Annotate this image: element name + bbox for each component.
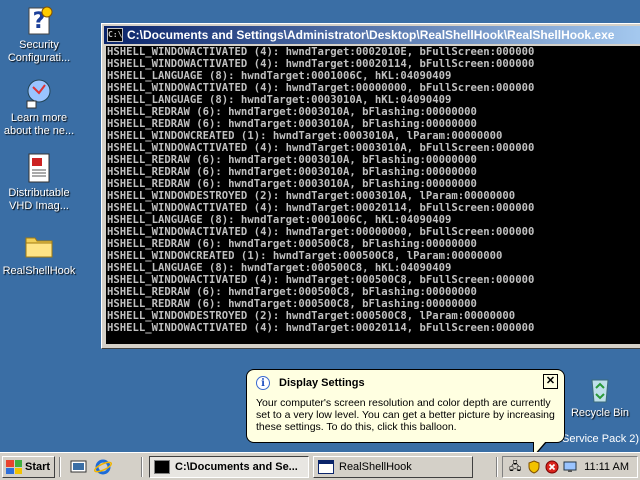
console-line: HSHELL_LANGUAGE (8): hwndTarget:0001006C… xyxy=(107,70,452,82)
balloon-title: Display Settings xyxy=(279,377,365,389)
console-line: HSHELL_WINDOWCREATED (1): hwndTarget:000… xyxy=(107,130,503,142)
taskbar-separator xyxy=(59,457,61,477)
desktop-icon-vhd[interactable]: Distributable VHD Imag... xyxy=(0,152,78,213)
security-config-icon: ? xyxy=(23,4,55,36)
alert-error-icon[interactable] xyxy=(545,460,559,474)
network-icon[interactable]: 🖧 xyxy=(509,460,523,474)
console-line: HSHELL_WINDOWACTIVATED (4): hwndTarget:0… xyxy=(107,274,535,286)
desktop-watermark: Service Pack 2) xyxy=(562,433,640,445)
console-line: HSHELL_REDRAW (6): hwndTarget:000500C8, … xyxy=(107,298,477,310)
desktop-icon-label: RealShellHook xyxy=(2,265,76,277)
system-tray: 🖧 11:11 AM xyxy=(502,456,638,478)
desktop-icon-realshellhook[interactable]: RealShellHook xyxy=(0,230,78,278)
console-titlebar[interactable]: C:\ C:\Documents and Settings\Administra… xyxy=(104,26,640,44)
console-line: HSHELL_REDRAW (6): hwndTarget:000500C8, … xyxy=(107,238,477,250)
desktop-icon-label: Distributable VHD Imag... xyxy=(8,187,70,212)
balloon-message: Your computer's screen resolution and co… xyxy=(256,397,555,433)
console-line: HSHELL_REDRAW (6): hwndTarget:000500C8, … xyxy=(107,286,477,298)
taskbar-separator xyxy=(141,457,143,477)
desktop-icon-recycle-bin[interactable]: Recycle Bin xyxy=(560,372,640,420)
console-line: HSHELL_WINDOWACTIVATED (4): hwndTarget:0… xyxy=(107,322,535,334)
console-output[interactable]: HSHELL_WINDOWACTIVATED (4): hwndTarget:0… xyxy=(106,46,640,344)
recycle-bin-label: Recycle Bin xyxy=(570,407,630,419)
recycle-bin-icon xyxy=(584,372,616,404)
console-line: HSHELL_WINDOWACTIVATED (4): hwndTarget:0… xyxy=(107,142,535,154)
console-line: HSHELL_WINDOWDESTROYED (2): hwndTarget:0… xyxy=(107,310,516,322)
start-button[interactable]: Start xyxy=(2,456,55,478)
console-line: HSHELL_REDRAW (6): hwndTarget:0003010A, … xyxy=(107,154,477,166)
desktop-icon-label: Learn more about the ne... xyxy=(3,112,75,137)
taskbar-button-realshellhook[interactable]: RealShellHook xyxy=(313,456,473,478)
console-line: HSHELL_WINDOWDESTROYED (2): hwndTarget:0… xyxy=(107,190,516,202)
console-app-icon: C:\ xyxy=(107,28,123,42)
console-line: HSHELL_LANGUAGE (8): hwndTarget:0003010A… xyxy=(107,94,452,106)
document-icon xyxy=(23,152,55,184)
folder-icon xyxy=(23,230,55,262)
window-app-icon xyxy=(318,460,334,474)
desktop-icon-learn-more[interactable]: Learn more about the ne... xyxy=(0,77,78,138)
desktop-icon-security[interactable]: ? Security Configurati... xyxy=(0,4,78,65)
console-app-icon xyxy=(154,460,170,474)
console-line: HSHELL_WINDOWACTIVATED (4): hwndTarget:0… xyxy=(107,82,535,94)
taskbar-button-label: RealShellHook xyxy=(339,461,412,473)
show-desktop-icon[interactable] xyxy=(70,458,88,476)
console-line: HSHELL_REDRAW (6): hwndTarget:0003010A, … xyxy=(107,178,477,190)
console-line: HSHELL_WINDOWCREATED (1): hwndTarget:000… xyxy=(107,250,503,262)
console-line: HSHELL_LANGUAGE (8): hwndTarget:0001006C… xyxy=(107,214,452,226)
console-line: HSHELL_WINDOWACTIVATED (4): hwndTarget:0… xyxy=(107,46,535,58)
clock[interactable]: 11:11 AM xyxy=(584,461,629,473)
console-line: HSHELL_REDRAW (6): hwndTarget:0003010A, … xyxy=(107,166,477,178)
taskbar-button-console[interactable]: C:\Documents and Se... xyxy=(149,456,309,478)
console-window[interactable]: C:\ C:\Documents and Settings\Administra… xyxy=(101,23,640,349)
console-title: C:\Documents and Settings\Administrator\… xyxy=(127,28,615,42)
internet-explorer-icon[interactable] xyxy=(93,458,113,476)
display-settings-balloon[interactable]: i Display Settings ✕ Your computer's scr… xyxy=(246,369,565,458)
balloon-close-button[interactable]: ✕ xyxy=(543,374,558,389)
taskbar-button-label: C:\Documents and Se... xyxy=(175,461,298,473)
windows-logo-icon xyxy=(6,460,22,474)
display-settings-icon[interactable] xyxy=(563,460,577,474)
learn-more-icon xyxy=(23,77,55,109)
desktop-icon-label: Security Configurati... xyxy=(7,39,71,64)
console-line: HSHELL_REDRAW (6): hwndTarget:0003010A, … xyxy=(107,118,477,130)
info-icon: i xyxy=(256,376,270,390)
taskbar-separator xyxy=(496,457,498,477)
security-shield-icon[interactable] xyxy=(527,460,541,474)
start-label: Start xyxy=(25,461,51,473)
console-line: HSHELL_REDRAW (6): hwndTarget:0003010A, … xyxy=(107,106,477,118)
console-line: HSHELL_WINDOWACTIVATED (4): hwndTarget:0… xyxy=(107,202,535,214)
taskbar: Start C:\Documents and Se... RealShellHo… xyxy=(0,452,640,480)
console-line: HSHELL_LANGUAGE (8): hwndTarget:000500C8… xyxy=(107,262,452,274)
console-line: HSHELL_WINDOWACTIVATED (4): hwndTarget:0… xyxy=(107,226,535,238)
console-line: HSHELL_WINDOWACTIVATED (4): hwndTarget:0… xyxy=(107,58,535,70)
